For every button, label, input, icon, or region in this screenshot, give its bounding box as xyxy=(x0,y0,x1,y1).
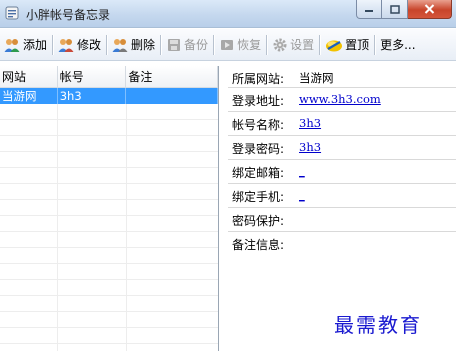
window-title: 小胖帐号备忘录 xyxy=(26,6,110,23)
window-controls xyxy=(356,0,452,20)
add-label: 添加 xyxy=(23,36,47,53)
settings-button[interactable]: 设置 xyxy=(269,32,317,58)
maximize-icon xyxy=(390,5,400,14)
toolbar-separator xyxy=(266,35,267,55)
account-name-link[interactable]: 3h3 xyxy=(299,116,321,130)
pin-label: 置顶 xyxy=(345,36,369,53)
toolbar-separator xyxy=(52,35,53,55)
app-icon xyxy=(4,5,20,21)
detail-label: 绑定手机: xyxy=(232,188,284,205)
list-empty-area xyxy=(0,104,218,351)
delete-button[interactable]: 删除 xyxy=(109,32,158,58)
list-header: 网站 帐号 备注 xyxy=(0,66,218,88)
add-user-icon xyxy=(4,37,21,53)
watermark: 最需教育 xyxy=(334,309,422,338)
minimize-button[interactable] xyxy=(356,0,382,19)
detail-site: 所属网站: 当游网 xyxy=(228,66,456,88)
column-header-account[interactable]: 帐号 xyxy=(58,66,127,87)
phone-link[interactable]: _ xyxy=(299,188,305,202)
detail-url: 登录地址: www.3h3.com xyxy=(228,88,456,112)
toolbar-separator xyxy=(374,35,375,55)
row-account: 3h3 xyxy=(58,88,127,104)
close-button[interactable] xyxy=(408,0,452,19)
detail-site-value: 当游网 xyxy=(299,70,334,86)
edit-button[interactable]: 修改 xyxy=(55,32,104,58)
more-label: 更多... xyxy=(380,36,415,53)
toolbar: 添加 修改 删除 备份 恢复 设置 xyxy=(0,29,456,61)
toolbar-separator xyxy=(160,35,161,55)
account-list[interactable]: 网站 帐号 备注 当游网 3h3 xyxy=(0,66,219,351)
detail-password: 登录密码: 3h3 xyxy=(228,136,456,160)
pin-icon xyxy=(325,37,343,53)
delete-user-icon xyxy=(112,37,129,53)
settings-label: 设置 xyxy=(290,36,314,53)
restore-button[interactable]: 恢复 xyxy=(216,32,264,58)
edit-user-icon xyxy=(58,37,75,53)
toolbar-separator xyxy=(213,35,214,55)
detail-phone: 绑定手机: _ xyxy=(228,184,456,208)
title-bar: 小胖帐号备忘录 xyxy=(0,0,456,28)
column-header-note[interactable]: 备注 xyxy=(126,66,218,87)
pin-top-button[interactable]: 置顶 xyxy=(322,32,372,58)
email-link[interactable]: _ xyxy=(299,164,305,178)
detail-protect: 密码保护: xyxy=(228,208,456,232)
column-header-site[interactable]: 网站 xyxy=(0,66,58,87)
detail-label: 绑定邮箱: xyxy=(232,164,284,181)
toolbar-separator xyxy=(319,35,320,55)
backup-icon xyxy=(166,37,182,53)
detail-label: 登录密码: xyxy=(232,140,284,157)
login-url-link[interactable]: www.3h3.com xyxy=(299,92,381,106)
detail-label: 密码保护: xyxy=(232,212,284,229)
table-row[interactable]: 当游网 3h3 xyxy=(0,88,218,104)
maximize-button[interactable] xyxy=(382,0,408,19)
detail-label: 帐号名称: xyxy=(232,116,284,133)
detail-label: 所属网站: xyxy=(232,70,284,87)
detail-note: 备注信息: xyxy=(228,232,456,256)
backup-button[interactable]: 备份 xyxy=(163,32,211,58)
restore-icon xyxy=(219,37,235,53)
row-site: 当游网 xyxy=(0,88,58,104)
detail-email: 绑定邮箱: _ xyxy=(228,160,456,184)
backup-label: 备份 xyxy=(184,36,208,53)
restore-label: 恢复 xyxy=(237,36,261,53)
add-button[interactable]: 添加 xyxy=(1,32,50,58)
minimize-icon xyxy=(364,5,374,13)
detail-name: 帐号名称: 3h3 xyxy=(228,112,456,136)
close-icon xyxy=(424,4,435,14)
gear-icon xyxy=(272,37,288,53)
more-button[interactable]: 更多... xyxy=(377,32,418,58)
password-link[interactable]: 3h3 xyxy=(299,140,321,154)
toolbar-separator xyxy=(106,35,107,55)
row-note xyxy=(126,88,218,104)
detail-label: 备注信息: xyxy=(232,236,284,253)
edit-label: 修改 xyxy=(77,36,101,53)
delete-label: 删除 xyxy=(131,36,155,53)
detail-label: 登录地址: xyxy=(232,92,284,109)
